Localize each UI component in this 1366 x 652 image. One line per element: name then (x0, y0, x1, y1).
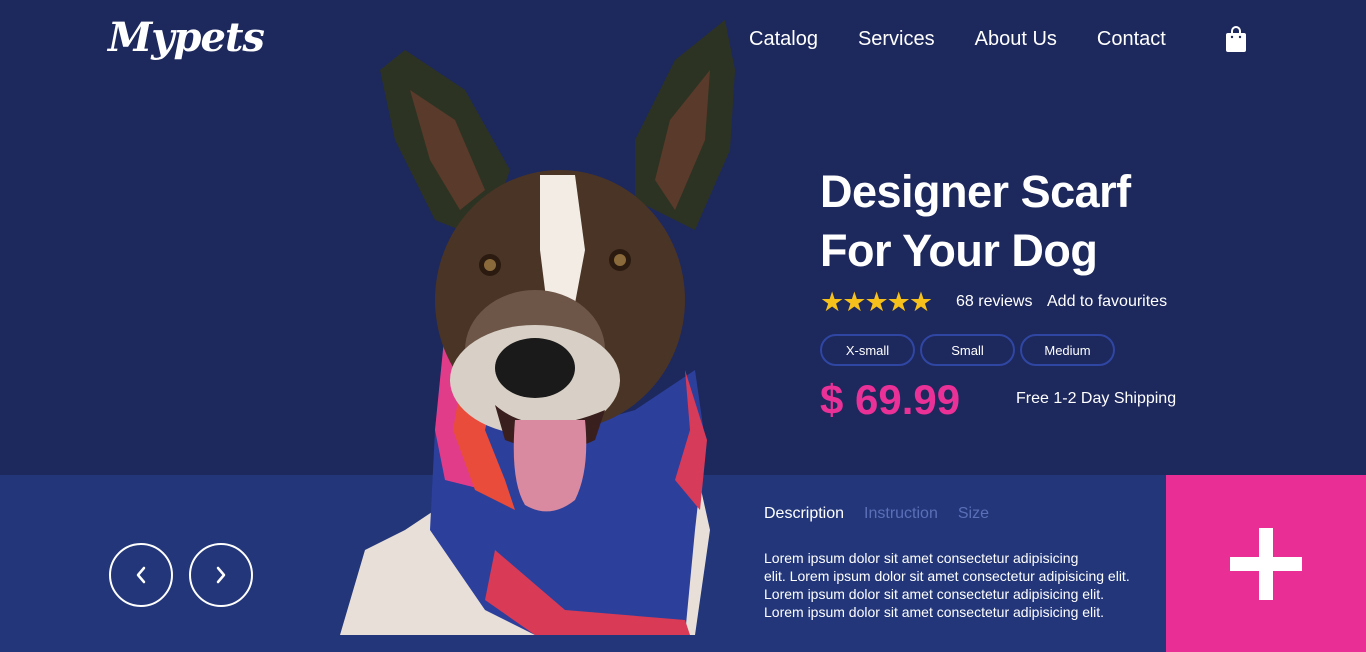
rating-stars: ★ ★ ★ ★ ★ (820, 287, 934, 317)
plus-icon (1230, 527, 1302, 600)
product-title: Designer Scarf For Your Dog (820, 162, 1131, 280)
product-title-line2: For Your Dog (820, 225, 1098, 276)
description-line: Lorem ipsum dolor sit amet consectetur a… (764, 586, 1105, 602)
product-title-line1: Designer Scarf (820, 166, 1131, 217)
tab-size[interactable]: Size (958, 505, 989, 523)
shopping-bag-icon[interactable] (1226, 26, 1246, 52)
next-button[interactable] (189, 543, 253, 607)
star-icon: ★ (886, 287, 911, 317)
star-icon: ★ (842, 287, 867, 317)
star-icon: ★ (908, 287, 934, 317)
size-small-button[interactable]: Small (920, 334, 1015, 366)
star-icon: ★ (864, 287, 889, 317)
shipping-info: Free 1-2 Day Shipping (1016, 390, 1177, 407)
description-line: Lorem ipsum dolor sit amet consectetur a… (764, 604, 1105, 620)
description-text: Lorem ipsum dolor sit amet consectetur a… (764, 549, 1164, 621)
main-nav: Catalog Services About Us Contact (749, 27, 1206, 51)
add-to-favourites-link[interactable]: Add to favourites (1047, 293, 1167, 311)
prev-button[interactable] (109, 543, 173, 607)
star-icon: ★ (820, 287, 845, 317)
nav-contact[interactable]: Contact (1097, 27, 1166, 51)
size-medium-button[interactable]: Medium (1020, 334, 1115, 366)
nav-about-us[interactable]: About Us (975, 27, 1057, 51)
chevron-right-icon (216, 566, 226, 584)
detail-tabs: Description Instruction Size (764, 505, 1009, 523)
chevron-left-icon (136, 566, 146, 584)
size-options: X-small Small Medium (820, 334, 1120, 366)
tab-description[interactable]: Description (764, 505, 844, 523)
nav-services[interactable]: Services (858, 27, 935, 51)
reviews-count[interactable]: 68 reviews (956, 293, 1032, 311)
size-x-small-button[interactable]: X-small (820, 334, 915, 366)
logo[interactable]: Mypets (108, 14, 265, 61)
tab-instruction[interactable]: Instruction (864, 505, 938, 523)
dog-product-image (340, 20, 735, 635)
product-price: $ 69.99 (820, 376, 961, 423)
nav-catalog[interactable]: Catalog (749, 27, 818, 51)
description-line: Lorem ipsum dolor sit amet consectetur a… (764, 550, 1079, 566)
add-to-cart-button[interactable] (1166, 475, 1366, 652)
description-line: elit. Lorem ipsum dolor sit amet consect… (764, 568, 1130, 584)
